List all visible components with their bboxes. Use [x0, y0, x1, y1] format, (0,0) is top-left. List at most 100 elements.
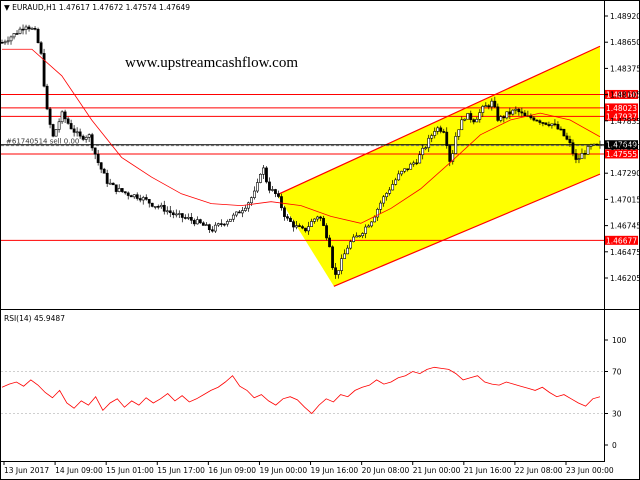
candle-body	[379, 202, 383, 210]
price-pane[interactable]: #61740514 sell 0.00 www.upstreamcashflow…	[0, 1, 604, 309]
candle-body	[373, 216, 377, 223]
candle-body	[331, 246, 334, 269]
candle-body	[316, 216, 319, 220]
candle-body	[535, 119, 539, 122]
candle-body	[198, 219, 202, 224]
candle-body	[18, 28, 22, 34]
candle-body	[159, 204, 163, 208]
candle-body	[532, 117, 536, 121]
candle-body	[397, 173, 401, 181]
candle-body	[162, 204, 166, 212]
candle-body	[228, 218, 232, 222]
candle-body	[295, 225, 298, 228]
candle-body	[271, 189, 274, 191]
candle-body	[325, 225, 328, 239]
candle-body	[508, 111, 512, 115]
candle-body	[475, 119, 479, 123]
candle-body	[457, 129, 461, 137]
candle-body	[541, 122, 545, 124]
candle-body	[580, 153, 584, 159]
time-tick-label: 16 Jun 09:00	[208, 466, 256, 475]
candle-body	[24, 26, 28, 30]
mt4-chart: #61740514 sell 0.00 www.upstreamcashflow…	[0, 0, 640, 480]
candle-body	[201, 222, 205, 226]
candle-body	[418, 154, 422, 164]
candle-body	[466, 113, 470, 120]
candle-body	[430, 135, 434, 139]
candle-body	[553, 123, 557, 126]
candle-body	[96, 153, 100, 163]
price-tick-label: 1.47290	[610, 169, 640, 178]
candle-body	[231, 214, 235, 220]
price-level-label: 1.46677	[606, 236, 637, 245]
candle-body	[78, 131, 82, 137]
candle-body	[6, 40, 10, 43]
candle-body	[400, 170, 404, 175]
candle-body	[45, 85, 49, 110]
time-tick-label: 13 Jun 2017	[4, 466, 49, 475]
candle-body	[361, 233, 365, 237]
candle-body	[562, 128, 566, 137]
candle-body	[277, 193, 280, 197]
candle-body	[301, 226, 304, 229]
candle-body	[3, 41, 7, 44]
candle-body	[141, 197, 145, 201]
candle-body	[427, 137, 431, 148]
candle-body	[69, 123, 73, 130]
candle-body	[27, 26, 31, 30]
candle-body	[177, 213, 181, 215]
candle-body	[574, 153, 578, 160]
candle-body	[225, 221, 229, 225]
candle-body	[15, 33, 19, 35]
candle-body	[370, 221, 374, 227]
rsi-label: RSI(14) 45.9487	[4, 314, 65, 323]
candle-body	[75, 131, 79, 134]
candle-body	[241, 210, 244, 214]
candle-body	[33, 28, 37, 30]
candle-body	[382, 196, 386, 204]
candle-body	[9, 36, 13, 42]
candle-body	[210, 229, 214, 232]
candle-body	[487, 105, 491, 108]
candle-body	[207, 224, 211, 231]
candle-body	[364, 226, 368, 234]
candle-body	[499, 116, 503, 121]
symbol-header: ▼ EURAUD,H1 1.47617 1.47672 1.47574 1.47…	[4, 3, 190, 12]
candle-body	[469, 113, 473, 120]
candle-body	[583, 153, 587, 155]
candle-body	[517, 108, 521, 113]
candle-body	[21, 28, 25, 31]
candle-body	[592, 143, 596, 146]
candle-body	[63, 111, 67, 120]
candle-body	[388, 189, 392, 194]
candle-body	[0, 42, 4, 44]
candle-body	[313, 218, 316, 222]
time-tick-label: 21 Jun 00:00	[413, 466, 461, 475]
candle-body	[298, 225, 301, 227]
candle-body	[90, 134, 94, 149]
candle-body	[415, 162, 419, 165]
candle-body	[234, 211, 238, 216]
time-tick-label: 20 Jun 08:00	[362, 466, 410, 475]
candle-body	[189, 216, 193, 221]
candle-body	[186, 216, 190, 219]
candle-body	[256, 182, 259, 192]
candle-body	[117, 188, 121, 192]
candle-body	[484, 105, 488, 107]
candle-body	[48, 108, 52, 125]
candle-body	[589, 144, 593, 147]
candle-body	[328, 237, 331, 248]
candle-body	[247, 202, 250, 209]
price-tick-label: 1.47015	[610, 195, 640, 204]
price-tick-label: 1.48375	[610, 64, 640, 73]
candle-body	[568, 139, 572, 144]
candle-body	[180, 213, 184, 218]
candle-body	[150, 202, 154, 207]
candle-body	[595, 143, 599, 146]
candle-body	[153, 206, 157, 208]
candle-body	[102, 168, 106, 174]
candle-body	[496, 106, 500, 121]
candle-body	[433, 131, 437, 136]
candle-body	[358, 235, 361, 238]
candle-body	[108, 182, 112, 185]
